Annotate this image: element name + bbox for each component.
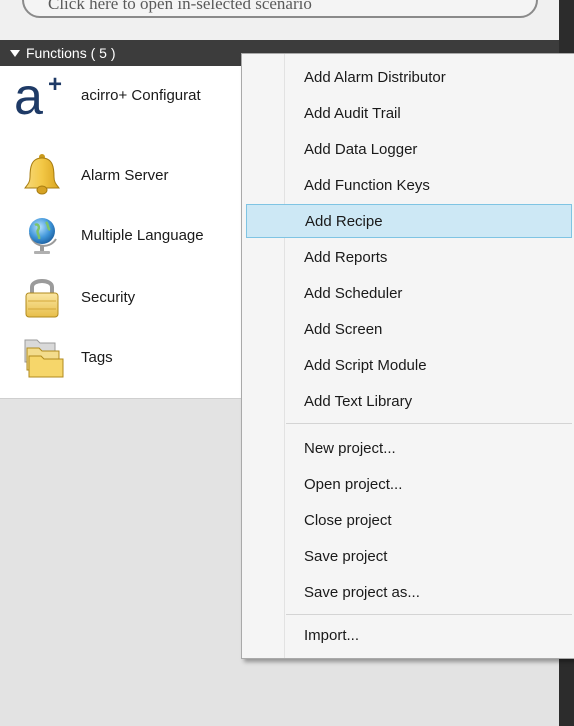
folders-icon (12, 332, 72, 382)
menu-item-add-scheduler[interactable]: Add Scheduler (246, 276, 572, 310)
menu-item-add-script-module[interactable]: Add Script Module (246, 348, 572, 382)
top-partial-text: Click here to open in-selected scenario (48, 0, 312, 13)
svg-text:+: + (48, 71, 62, 98)
functions-panel-title: Functions ( 5 ) (26, 45, 116, 61)
menu-item-add-audit-trail[interactable]: Add Audit Trail (246, 96, 572, 130)
menu-item-add-recipe[interactable]: Add Recipe (246, 204, 572, 238)
menu-item-open-project[interactable]: Open project... (246, 467, 572, 501)
svg-text:a: a (14, 70, 43, 120)
menu-item-label: Add Reports (304, 248, 388, 266)
menu-item-label: Add Script Module (304, 356, 427, 374)
menu-item-label: Add Audit Trail (304, 104, 401, 122)
globe-icon (12, 210, 72, 260)
menu-item-label: Import... (304, 626, 360, 644)
function-label: Tags (81, 348, 113, 366)
menu-item-label: Add Recipe (305, 212, 383, 230)
menu-item-label: Open project... (304, 475, 403, 493)
menu-item-add-reports[interactable]: Add Reports (246, 240, 572, 274)
collapse-triangle-icon[interactable] (10, 48, 20, 58)
menu-item-label: Add Alarm Distributor (304, 68, 446, 86)
menu-item-label: Add Function Keys (304, 176, 430, 194)
acirro-plus-icon: a + (12, 70, 72, 120)
function-label: Multiple Language (81, 226, 204, 244)
menu-item-label: Add Scheduler (304, 284, 403, 302)
menu-item-label: Add Screen (304, 320, 383, 338)
menu-item-save-project[interactable]: Save project (246, 539, 572, 573)
function-label: Alarm Server (81, 166, 169, 184)
menu-item-add-screen[interactable]: Add Screen (246, 312, 572, 346)
function-label: Security (81, 288, 136, 306)
context-menu: Add Alarm Distributor Add Audit Trail Ad… (241, 53, 574, 659)
top-strip: Click here to open in-selected scenario (0, 0, 560, 40)
menu-item-label: Save project as... (304, 583, 420, 601)
menu-item-new-project[interactable]: New project... (246, 431, 572, 465)
menu-item-label: Save project (304, 547, 388, 565)
menu-item-add-alarm-distributor[interactable]: Add Alarm Distributor (246, 60, 572, 94)
bell-icon (12, 150, 72, 200)
function-label: acirro+ Configurat (81, 86, 201, 104)
menu-item-save-project-as[interactable]: Save project as... (246, 575, 572, 609)
menu-item-add-function-keys[interactable]: Add Function Keys (246, 168, 572, 202)
menu-item-add-text-library[interactable]: Add Text Library (246, 384, 572, 418)
menu-item-label: Close project (304, 511, 392, 529)
menu-item-label: New project... (304, 439, 396, 457)
menu-separator (286, 423, 572, 424)
menu-separator (286, 614, 572, 615)
menu-item-label: Add Text Library (304, 392, 413, 410)
menu-item-label: Add Data Logger (304, 140, 418, 158)
top-partial-control[interactable]: Click here to open in-selected scenario (22, 0, 538, 18)
menu-item-add-data-logger[interactable]: Add Data Logger (246, 132, 572, 166)
padlock-icon (12, 272, 72, 322)
menu-item-import[interactable]: Import... (246, 618, 572, 652)
menu-item-close-project[interactable]: Close project (246, 503, 572, 537)
